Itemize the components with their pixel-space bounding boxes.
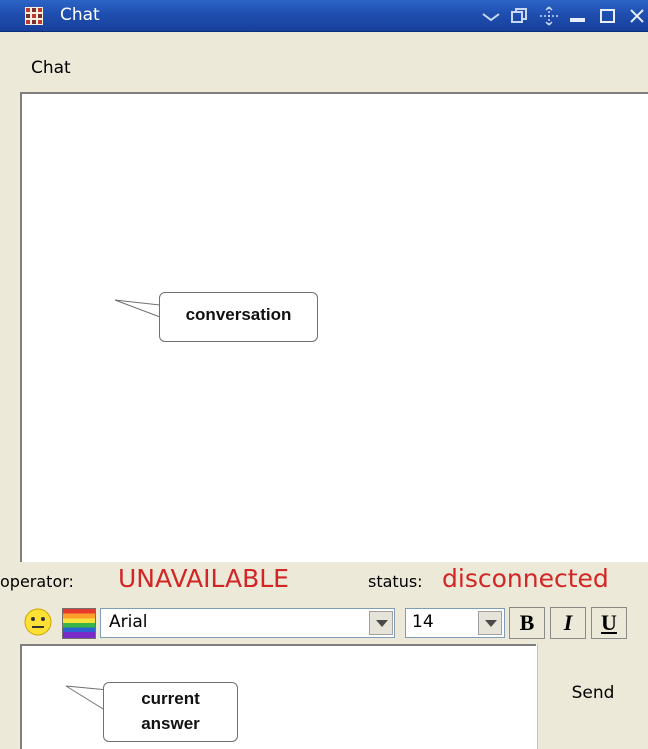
chevron-down-icon[interactable] <box>369 611 393 635</box>
font-value: Arial <box>109 612 148 632</box>
smiley-icon[interactable] <box>22 607 55 638</box>
font-size-value: 14 <box>412 612 434 632</box>
maximize-icon[interactable] <box>597 6 619 26</box>
menu-item-chat[interactable]: Chat <box>31 58 71 78</box>
color-palette-icon[interactable] <box>62 608 96 639</box>
connection-label: status: <box>368 572 423 591</box>
move-icon[interactable] <box>538 6 560 26</box>
answer-callout-line2: answer <box>141 714 200 733</box>
window-title: Chat <box>60 5 100 25</box>
conversation-callout: conversation <box>159 292 318 342</box>
operator-status: UNAVAILABLE <box>118 564 289 593</box>
conversation-pane[interactable] <box>20 92 648 562</box>
chevron-down-icon[interactable] <box>478 611 502 635</box>
answer-callout: current answer <box>103 682 238 742</box>
title-bar: Chat <box>0 0 648 32</box>
operator-label: operator: <box>0 572 74 591</box>
close-icon[interactable] <box>626 6 648 26</box>
bold-button[interactable]: B <box>509 607 545 639</box>
left-edge <box>0 644 20 749</box>
minimize-icon[interactable] <box>567 6 589 26</box>
callout-pointer <box>114 299 161 318</box>
restore-icon[interactable] <box>508 6 530 26</box>
font-select[interactable]: Arial <box>100 608 395 638</box>
font-size-select[interactable]: 14 <box>405 608 505 638</box>
chevron-down-icon[interactable] <box>480 6 502 26</box>
connection-status: disconnected <box>442 564 609 593</box>
grid-app-icon <box>25 7 43 25</box>
menu-bar <box>0 32 648 93</box>
send-button[interactable]: Send <box>537 644 648 749</box>
answer-callout-line1: current <box>141 689 200 708</box>
italic-button[interactable]: I <box>550 607 586 639</box>
left-edge <box>0 92 20 562</box>
underline-button[interactable]: U <box>591 607 627 639</box>
